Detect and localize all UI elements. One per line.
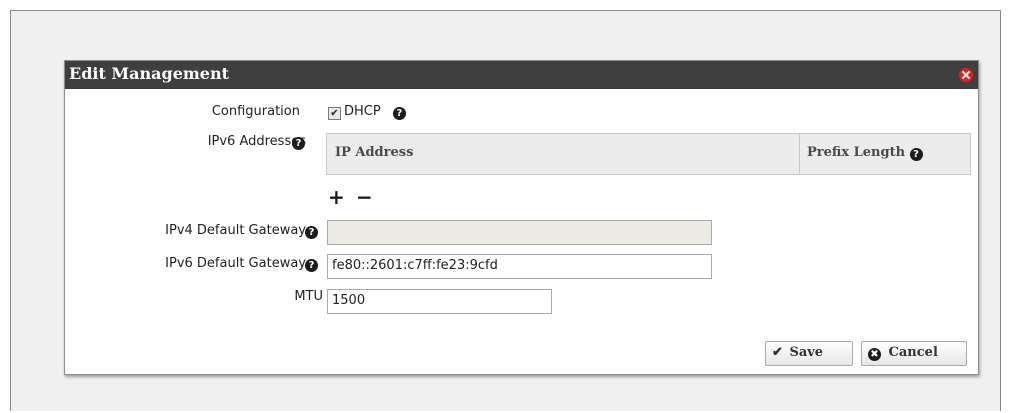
ipv6-gateway-field[interactable]: fe80::2601:c7ff:fe23:9cfd	[327, 254, 712, 279]
ipv6-gateway-help-icon[interactable]: ?	[305, 259, 318, 272]
prefix-length-help-icon[interactable]: ?	[909, 148, 923, 161]
ipv6-gateway-label: IPv6 Default Gateway	[165, 256, 306, 271]
dhcp-label: DHCP ?	[344, 104, 406, 120]
save-button-label: Save	[789, 345, 824, 360]
mtu-field[interactable]: 1500	[327, 289, 552, 314]
cancel-button[interactable]: ✖ Cancel	[861, 341, 967, 366]
ipv6-addresses-help-icon[interactable]: ?	[292, 137, 305, 150]
ipv4-gateway-field[interactable]	[327, 220, 712, 245]
dialog-titlebar: Edit Management	[65, 61, 978, 89]
ipv6-address-table: IP Address Prefix Length ?	[326, 133, 971, 175]
ipv4-gateway-label: IPv4 Default Gateway	[165, 223, 306, 238]
check-icon: ✔	[772, 345, 783, 360]
column-header-prefix-length: Prefix Length ?	[807, 145, 923, 161]
dhcp-label-text: DHCP	[344, 104, 381, 119]
remove-icon[interactable]: −	[356, 187, 373, 207]
dhcp-checkbox[interactable]: ✔	[328, 107, 341, 120]
cancel-icon: ✖	[868, 348, 881, 361]
dhcp-help-icon[interactable]: ?	[392, 107, 406, 120]
column-divider	[799, 134, 800, 174]
edit-management-dialog: Edit Management Configuration ✔ DHCP ? I…	[64, 60, 979, 375]
configuration-label: Configuration	[211, 104, 300, 119]
ipv4-gateway-help-icon[interactable]: ?	[305, 226, 318, 239]
cancel-button-label: Cancel	[888, 345, 938, 360]
column-header-prefix-length-text: Prefix Length	[807, 145, 906, 160]
save-button[interactable]: ✔ Save	[765, 341, 853, 366]
column-header-ip-address: IP Address	[335, 145, 414, 160]
add-icon[interactable]: +	[328, 187, 345, 207]
mtu-label: MTU	[294, 289, 323, 304]
dialog-title: Edit Management	[69, 64, 229, 83]
close-icon[interactable]	[959, 68, 973, 82]
